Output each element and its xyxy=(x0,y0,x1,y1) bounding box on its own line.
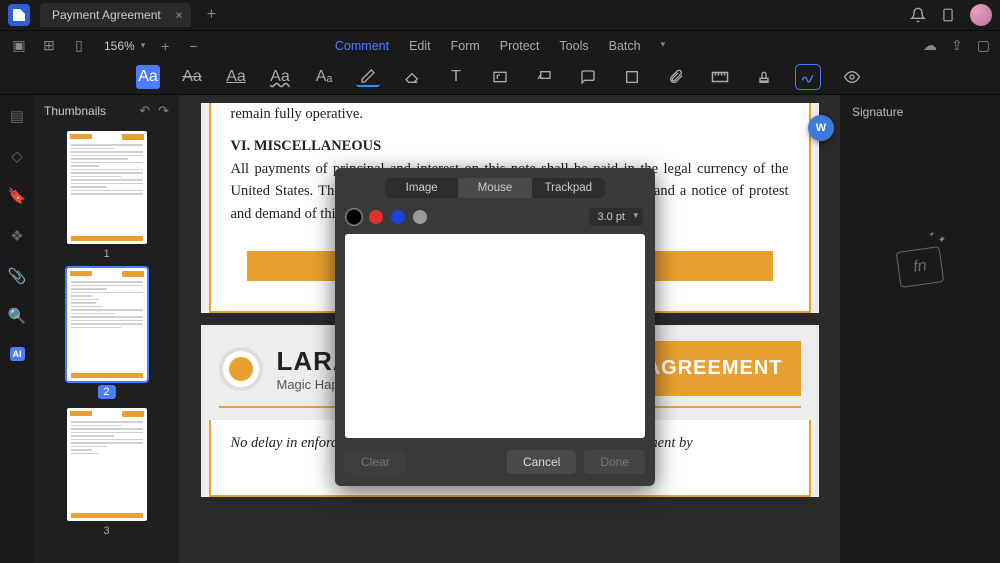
signature-panel: Signature fn xyxy=(840,95,1000,563)
signature-canvas[interactable] xyxy=(345,234,645,438)
thumbnail-icon[interactable]: ▤ xyxy=(10,107,24,125)
comment-panel-icon[interactable]: ◇ xyxy=(11,147,23,165)
color-gray[interactable] xyxy=(413,210,427,224)
comment-toolbar: Aa Aa Aa Aa Aₐ T xyxy=(0,60,1000,95)
main-menu: Comment Edit Form Protect Tools Batch ▾ xyxy=(335,39,665,53)
strikethrough-tool[interactable]: Aa xyxy=(180,65,204,89)
app-icon xyxy=(8,4,30,26)
tab-trackpad[interactable]: Trackpad xyxy=(532,178,605,198)
attach-tool[interactable] xyxy=(664,65,688,89)
thumbnails-panel: Thumbnails ↶ ↷ 1 2 3 xyxy=(34,95,179,563)
bookmark-icon[interactable]: 🔖 xyxy=(8,187,27,205)
signature-panel-title: Signature xyxy=(852,105,988,119)
tab-image[interactable]: Image xyxy=(385,178,458,198)
modal-tools: 3.0 pt xyxy=(345,208,645,226)
thumbnails-title: Thumbnails xyxy=(44,104,106,118)
menu-edit[interactable]: Edit xyxy=(409,39,431,53)
doc-text: remain fully operative. xyxy=(231,103,789,125)
thumbnail-page-1[interactable]: 1 xyxy=(67,131,147,260)
chevron-down-icon: ▾ xyxy=(141,40,146,51)
thumb-number: 2 xyxy=(97,385,115,399)
doc-heading: VI. MISCELLANEOUS xyxy=(231,135,789,157)
menu-form[interactable]: Form xyxy=(451,39,480,53)
rotate-right-icon[interactable]: ↷ xyxy=(158,103,169,119)
menu-batch[interactable]: Batch xyxy=(609,39,641,53)
color-red[interactable] xyxy=(369,210,383,224)
textbox-tool[interactable] xyxy=(488,65,512,89)
squiggly-tool[interactable]: Aa xyxy=(268,65,292,89)
search-icon[interactable]: 🔍 xyxy=(8,307,27,325)
viewbar: ▣ ⊞ ▯ 156% ▾ + − Comment Edit Form Prote… xyxy=(0,30,1000,60)
callout-tool[interactable] xyxy=(532,65,556,89)
save-icon[interactable]: ▢ xyxy=(977,37,990,54)
highlight-tool[interactable]: Aa xyxy=(136,65,160,89)
sidebar-toggle-icon[interactable]: ▣ xyxy=(10,37,28,54)
signature-frame-icon: fn xyxy=(896,246,945,288)
document-tab[interactable]: Payment Agreement × xyxy=(40,3,191,27)
layers-icon[interactable]: ❖ xyxy=(10,227,23,245)
underline-tool[interactable]: Aa xyxy=(224,65,248,89)
stamp-tool[interactable] xyxy=(752,65,776,89)
tab-mouse[interactable]: Mouse xyxy=(458,178,531,198)
page-layout-icon[interactable]: ▯ xyxy=(70,37,88,54)
device-icon[interactable] xyxy=(940,7,956,23)
company-logo xyxy=(219,347,263,391)
zoom-in-button[interactable]: + xyxy=(157,38,173,54)
color-blue[interactable] xyxy=(391,210,405,224)
cloud-icon[interactable]: ☁ xyxy=(923,37,937,54)
word-export-icon[interactable]: W xyxy=(808,115,834,141)
user-avatar[interactable] xyxy=(970,4,992,26)
zoom-out-button[interactable]: − xyxy=(185,38,201,54)
done-button[interactable]: Done xyxy=(584,450,645,474)
close-tab-icon[interactable]: × xyxy=(175,8,183,23)
signature-modal: Image Mouse Trackpad 3.0 pt Clear Cancel… xyxy=(335,168,655,486)
titlebar: Payment Agreement × + xyxy=(0,0,1000,30)
rotate-left-icon[interactable]: ↶ xyxy=(139,103,150,119)
thickness-select[interactable]: 3.0 pt xyxy=(589,208,643,226)
pencil-tool[interactable] xyxy=(356,67,380,87)
menu-tools[interactable]: Tools xyxy=(559,39,588,53)
thumbnail-page-2[interactable]: 2 xyxy=(67,268,147,400)
note-tool[interactable] xyxy=(576,65,600,89)
zoom-control[interactable]: 156% ▾ xyxy=(104,39,145,53)
add-tab-button[interactable]: + xyxy=(201,6,222,24)
chevron-down-icon: ▾ xyxy=(661,39,666,53)
attachment-icon[interactable]: 📎 xyxy=(8,267,27,285)
zoom-value: 156% xyxy=(104,39,135,53)
ai-icon[interactable]: AI xyxy=(10,347,25,361)
eraser-tool[interactable] xyxy=(400,65,424,89)
bell-icon[interactable] xyxy=(910,7,926,23)
modal-tabs: Image Mouse Trackpad xyxy=(385,178,605,198)
signature-tool[interactable] xyxy=(796,65,820,89)
left-sidebar: ▤ ◇ 🔖 ❖ 📎 🔍 AI xyxy=(0,95,34,563)
clear-button[interactable]: Clear xyxy=(345,450,406,474)
grid-view-icon[interactable]: ⊞ xyxy=(40,37,58,54)
menu-protect[interactable]: Protect xyxy=(500,39,540,53)
thumb-number: 3 xyxy=(67,525,147,537)
signature-empty-state: fn xyxy=(852,249,988,285)
hide-tool[interactable] xyxy=(840,65,864,89)
shape-tool[interactable] xyxy=(620,65,644,89)
color-black[interactable] xyxy=(347,210,361,224)
thumbnail-page-3[interactable]: 3 xyxy=(67,408,147,537)
menu-comment[interactable]: Comment xyxy=(335,39,389,53)
caret-tool[interactable]: Aₐ xyxy=(312,65,336,89)
measure-tool[interactable] xyxy=(708,65,732,89)
thumb-number: 1 xyxy=(67,248,147,260)
cancel-button[interactable]: Cancel xyxy=(507,450,576,474)
text-tool[interactable]: T xyxy=(444,65,468,89)
tab-title: Payment Agreement xyxy=(52,8,161,22)
share-icon[interactable]: ⇪ xyxy=(951,37,963,54)
